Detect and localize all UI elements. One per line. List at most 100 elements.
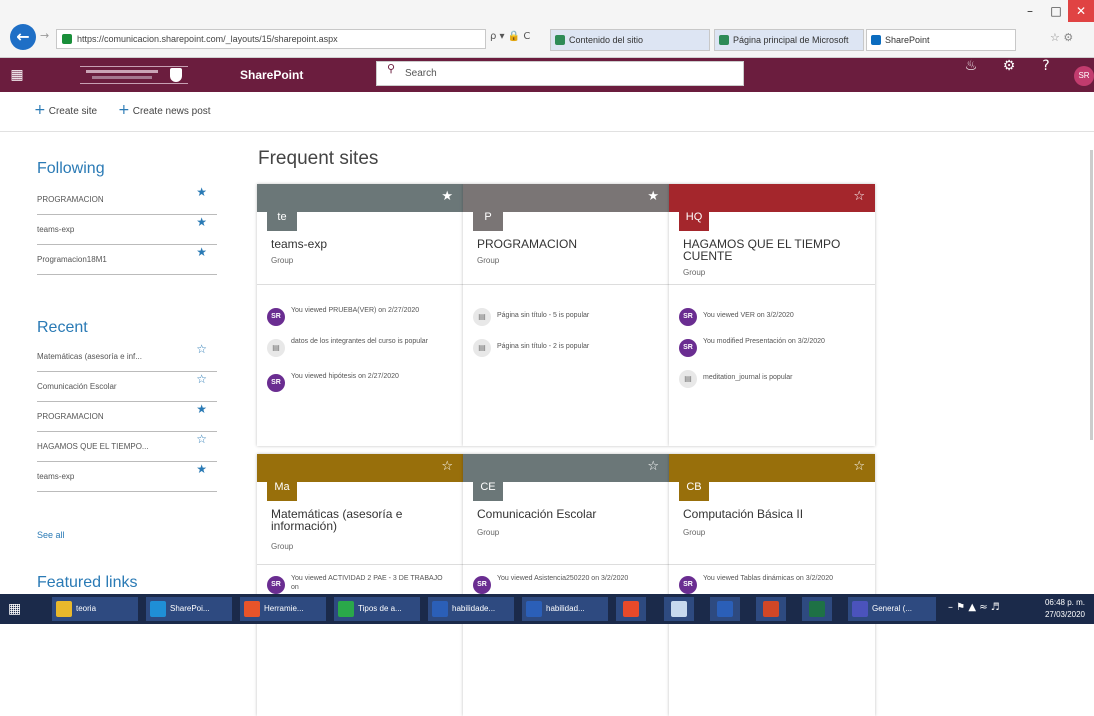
minimize-button[interactable]: – bbox=[1018, 0, 1042, 22]
clock[interactable]: 06:48 p. m. 27/03/2020 bbox=[1042, 597, 1088, 621]
star-filled-icon[interactable]: ★ bbox=[441, 189, 453, 204]
recent-item[interactable]: HAGAMOS QUE EL TIEMPO... ☆ bbox=[37, 432, 217, 462]
card-divider bbox=[463, 564, 669, 565]
featured-links-heading: Featured links bbox=[37, 574, 138, 591]
taskbar-label: habilidad... bbox=[546, 604, 585, 613]
activity-text: You modified Presentación on 3/2/2020 bbox=[703, 338, 825, 345]
taskbar-item[interactable] bbox=[710, 597, 740, 621]
taskbar-item[interactable]: SharePoi... bbox=[146, 597, 232, 621]
gear-icon[interactable]: ⚙ bbox=[999, 58, 1019, 92]
browser-tab-active[interactable]: SharePoint bbox=[866, 29, 1016, 51]
taskbar-item[interactable]: habilidade... bbox=[428, 597, 514, 621]
taskbar-item[interactable] bbox=[802, 597, 832, 621]
help-icon[interactable]: ? bbox=[1036, 58, 1056, 92]
taskbar-item[interactable]: teoria bbox=[52, 597, 138, 621]
taskbar-item[interactable]: Tipos de a... bbox=[334, 597, 420, 621]
user-avatar[interactable]: SR bbox=[1074, 66, 1094, 86]
activity-item[interactable]: ▤ meditation_journal is popular bbox=[679, 368, 869, 398]
page-scrollbar[interactable] bbox=[1090, 150, 1093, 440]
site-name[interactable]: teams-exp bbox=[271, 238, 451, 250]
maximize-button[interactable]: □ bbox=[1044, 0, 1068, 22]
teams-icon bbox=[852, 601, 868, 617]
taskbar-item[interactable] bbox=[616, 597, 646, 621]
star-outline-icon[interactable]: ☆ bbox=[196, 372, 207, 386]
recent-item[interactable]: teams-exp ★ bbox=[37, 462, 217, 492]
forward-arrow-icon[interactable]: → bbox=[40, 29, 54, 43]
activity-item[interactable]: ▤ Página sin título - 5 is popular bbox=[473, 306, 663, 336]
bell-icon[interactable]: ♨ bbox=[961, 58, 981, 92]
star-filled-icon[interactable]: ★ bbox=[647, 189, 659, 204]
browser-tab[interactable]: Página principal de Microsoft bbox=[714, 29, 864, 51]
star-outline-icon[interactable]: ☆ bbox=[853, 459, 865, 474]
site-card[interactable]: HQ ☆ HAGAMOS QUE EL TIEMPO CUENTE Group … bbox=[669, 184, 875, 446]
site-type: Group bbox=[477, 528, 500, 537]
document-icon: ▤ bbox=[473, 308, 491, 326]
browser-tab[interactable]: Contenido del sitio bbox=[550, 29, 710, 51]
file-icon bbox=[671, 601, 687, 617]
following-item-label: teams-exp bbox=[37, 225, 75, 234]
following-item[interactable]: teams-exp ★ bbox=[37, 215, 217, 245]
star-outline-icon[interactable]: ☆ bbox=[196, 342, 207, 356]
frequent-sites-heading: Frequent sites bbox=[258, 148, 379, 169]
activity-item[interactable]: SR You viewed VER on 3/2/2020 bbox=[679, 306, 869, 336]
system-tray-icons[interactable]: – ⚑ ▲ ≈ ♬ bbox=[948, 602, 1000, 613]
app-launcher-icon[interactable]: ▦ bbox=[8, 66, 26, 84]
address-tools[interactable]: ρ ▾ 🔒 C bbox=[490, 31, 530, 42]
windows-start-icon[interactable]: ▦ bbox=[8, 601, 24, 617]
site-card[interactable]: te ★ teams-exp Group SR You viewed PRUEB… bbox=[257, 184, 463, 446]
see-all-link[interactable]: See all bbox=[37, 530, 65, 540]
card-divider bbox=[257, 564, 463, 565]
close-window-button[interactable]: ✕ bbox=[1068, 0, 1094, 22]
recent-item[interactable]: PROGRAMACION ★ bbox=[37, 402, 217, 432]
tab-site-icon bbox=[719, 35, 729, 45]
following-item[interactable]: Programacion18M1 ★ bbox=[37, 245, 217, 275]
star-filled-icon[interactable]: ★ bbox=[196, 185, 207, 199]
address-bar[interactable]: https://comunicacion.sharepoint.com/_lay… bbox=[56, 29, 486, 49]
site-card[interactable]: CE ☆ Comunicación Escolar Group SR You v… bbox=[463, 454, 669, 716]
taskbar-item[interactable] bbox=[756, 597, 786, 621]
create-site-button[interactable]: + Create site bbox=[34, 92, 97, 132]
taskbar-item[interactable]: Herramie... bbox=[240, 597, 326, 621]
site-name[interactable]: PROGRAMACION bbox=[477, 238, 657, 250]
star-outline-icon[interactable]: ☆ bbox=[647, 459, 659, 474]
site-name[interactable]: Computación Básica II bbox=[683, 508, 863, 520]
create-news-post-button[interactable]: + Create news post bbox=[118, 92, 211, 132]
site-name[interactable]: HAGAMOS QUE EL TIEMPO CUENTE bbox=[683, 238, 863, 262]
activity-item[interactable]: SR You viewed hipótesis on 2/27/2020 bbox=[267, 372, 457, 402]
search-input[interactable]: ⚲ Search bbox=[376, 61, 744, 86]
site-card[interactable]: CB ☆ Computación Básica II Group SR You … bbox=[669, 454, 875, 716]
activity-item[interactable]: SR You viewed PRUEBA(VER) on 2/27/2020 bbox=[267, 306, 457, 336]
search-icon: ⚲ bbox=[387, 62, 396, 75]
star-filled-icon[interactable]: ★ bbox=[196, 245, 207, 259]
star-outline-icon[interactable]: ☆ bbox=[441, 459, 453, 474]
user-avatar: SR bbox=[679, 339, 697, 357]
organization-logo[interactable] bbox=[80, 66, 188, 84]
taskbar-item[interactable]: General (... bbox=[848, 597, 936, 621]
star-filled-icon[interactable]: ★ bbox=[196, 402, 207, 416]
taskbar-item[interactable]: habilidad... bbox=[522, 597, 608, 621]
acrobat-icon bbox=[623, 601, 639, 617]
star-outline-icon[interactable]: ☆ bbox=[853, 189, 865, 204]
favorites-icon[interactable]: ☆ ⚙ bbox=[1050, 31, 1073, 44]
back-arrow-icon[interactable]: ← bbox=[10, 24, 36, 50]
activity-item[interactable]: ▤ datos de los integrantes del curso is … bbox=[267, 337, 457, 367]
site-card[interactable]: P ★ PROGRAMACION Group ▤ Página sin títu… bbox=[463, 184, 669, 446]
following-item[interactable]: PROGRAMACION ★ bbox=[37, 185, 217, 215]
browser-chrome: ← → https://comunicacion.sharepoint.com/… bbox=[0, 0, 1094, 58]
card-divider bbox=[257, 284, 463, 285]
site-card[interactable]: Ma ☆ Matemáticas (asesoría e información… bbox=[257, 454, 463, 716]
logo-line bbox=[86, 70, 158, 73]
star-outline-icon[interactable]: ☆ bbox=[196, 432, 207, 446]
site-type: Group bbox=[271, 542, 294, 551]
recent-item[interactable]: Matemáticas (asesoría e inf... ☆ bbox=[37, 342, 217, 372]
brand-title[interactable]: SharePoint bbox=[240, 58, 303, 92]
star-filled-icon[interactable]: ★ bbox=[196, 215, 207, 229]
star-filled-icon[interactable]: ★ bbox=[196, 462, 207, 476]
site-name[interactable]: Comunicación Escolar bbox=[477, 508, 657, 520]
recent-item[interactable]: Comunicación Escolar ☆ bbox=[37, 372, 217, 402]
activity-item[interactable]: SR You modified Presentación on 3/2/2020 bbox=[679, 337, 869, 367]
activity-item[interactable]: ▤ Página sin título - 2 is popular bbox=[473, 337, 663, 367]
taskbar-item[interactable] bbox=[664, 597, 694, 621]
activity-text: You viewed ACTIVIDAD 2 PAE - 3 DE TRABAJ… bbox=[291, 575, 443, 591]
site-name[interactable]: Matemáticas (asesoría e información) bbox=[271, 508, 451, 532]
